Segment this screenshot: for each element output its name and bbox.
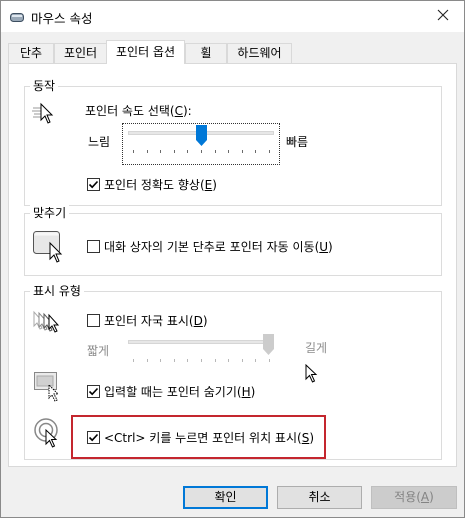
- slider-tick: [187, 359, 188, 362]
- slider-tick: [160, 359, 161, 362]
- slider-tick: [228, 150, 229, 153]
- ctrl-location-label: <Ctrl> 키를 누르면 포인터 위치 표시(S): [104, 431, 315, 445]
- cancel-button[interactable]: 취소: [277, 486, 362, 509]
- slider-tick: [201, 359, 202, 362]
- mouse-cursor-icon: [305, 363, 319, 387]
- pointer-trails-icon: [32, 310, 66, 341]
- slider-tick: [228, 359, 229, 362]
- pointer-options-panel: 동작 포인터 속도 선택(C): 느림 빠름 포인터 정확도 향상(E) 맞추기…: [8, 63, 457, 467]
- tab-pointer-options[interactable]: 포인터 옵션: [106, 40, 185, 64]
- snap-to-default-icon: [33, 231, 67, 268]
- slider-tick: [174, 150, 175, 153]
- slider-tick: [160, 150, 161, 153]
- trails-label: 포인터 자국 표시(D): [104, 314, 208, 328]
- slider-tick: [147, 150, 148, 153]
- slider-tick: [187, 150, 188, 153]
- slider-tick: [147, 359, 148, 362]
- ok-button[interactable]: 확인: [183, 486, 268, 509]
- snap-label: 대화 상자의 기본 단추로 포인터 자동 이동(U): [104, 240, 333, 254]
- slow-label: 느림: [88, 135, 111, 149]
- window-title: 마우스 속성: [31, 11, 93, 26]
- slider-tick: [269, 359, 270, 362]
- show-location-icon: [34, 417, 64, 452]
- short-label: 짧게: [87, 344, 110, 358]
- slider-tick: [215, 150, 216, 153]
- tab-wheel[interactable]: 휠: [185, 43, 227, 63]
- hide-typing-checkbox[interactable]: [87, 385, 100, 398]
- close-icon: [437, 9, 449, 24]
- motion-group: 동작 포인터 속도 선택(C): 느림 빠름 포인터 정확도 향상(E): [24, 78, 442, 206]
- visibility-group-label: 표시 유형: [30, 283, 84, 299]
- trails-length-slider[interactable]: [128, 334, 274, 370]
- trails-checkbox[interactable]: [87, 314, 100, 327]
- slider-tick: [269, 150, 270, 153]
- snap-group-label: 맞추기: [30, 205, 70, 221]
- mouse-properties-window: 마우스 속성 단추 포인터 포인터 옵션 휠 하드웨어 동작 포인터 속도 선택…: [0, 0, 465, 518]
- pointer-speed-icon: [31, 100, 57, 129]
- tab-hardware[interactable]: 하드웨어: [227, 43, 292, 63]
- snap-checkbox[interactable]: [87, 240, 100, 253]
- fast-label: 빠름: [286, 135, 309, 149]
- speed-slider-thumb[interactable]: [196, 125, 207, 146]
- speed-label: 포인터 속도 선택(C):: [85, 104, 192, 118]
- close-button[interactable]: [422, 1, 464, 32]
- hide-while-typing-icon: [34, 372, 64, 405]
- precision-label: 포인터 정확도 향상(E): [104, 178, 217, 192]
- slider-tick: [133, 359, 134, 362]
- slider-tick: [242, 359, 243, 362]
- slider-tick: [255, 359, 256, 362]
- motion-group-label: 동작: [30, 78, 59, 94]
- ctrl-location-checkbox[interactable]: [87, 431, 100, 444]
- hide-typing-label: 입력할 때는 포인터 숨기기(H): [104, 385, 256, 399]
- slider-tick: [255, 150, 256, 153]
- precision-checkbox[interactable]: [87, 178, 100, 191]
- slider-tick: [201, 150, 202, 153]
- slider-tick: [174, 359, 175, 362]
- pointer-speed-slider[interactable]: [128, 125, 274, 161]
- tab-pointers[interactable]: 포인터: [54, 43, 107, 63]
- mouse-app-icon: [10, 11, 24, 22]
- apply-button[interactable]: 적용(A): [371, 486, 457, 509]
- slider-tick: [242, 150, 243, 153]
- tab-buttons[interactable]: 단추: [8, 43, 54, 63]
- snap-group: 맞추기 대화 상자의 기본 단추로 포인터 자동 이동(U): [24, 205, 442, 276]
- visibility-group: 표시 유형 포인터 자국 표시(D) 짧게 길게 입력할 때는 포인터 숨기기(…: [24, 283, 442, 460]
- long-label: 길게: [305, 341, 328, 355]
- slider-tick: [215, 359, 216, 362]
- slider-tick: [133, 150, 134, 153]
- trails-slider-thumb[interactable]: [263, 334, 274, 355]
- title-bar: 마우스 속성: [1, 1, 464, 32]
